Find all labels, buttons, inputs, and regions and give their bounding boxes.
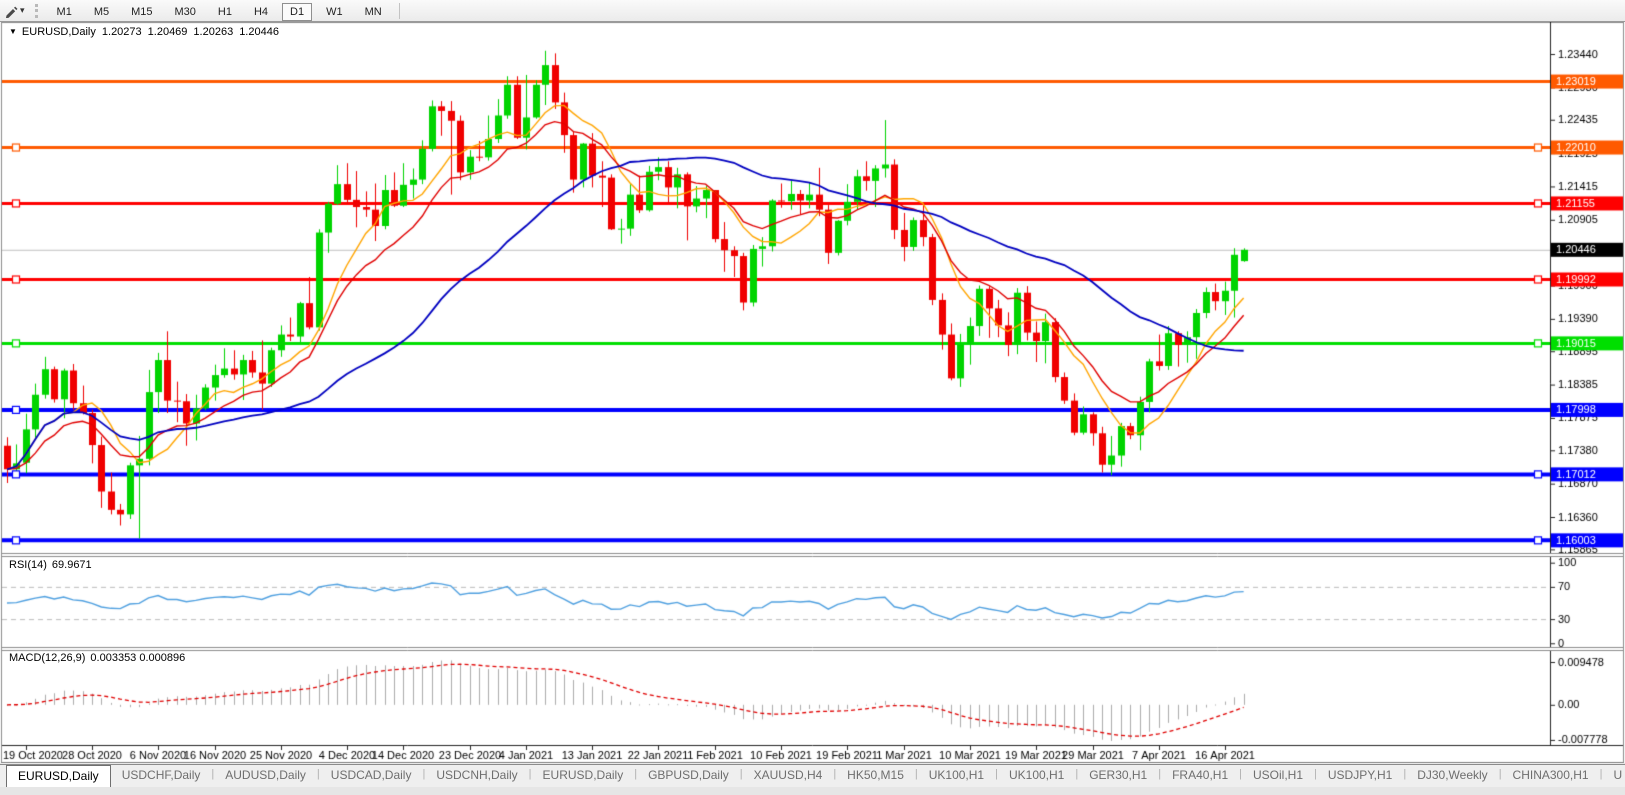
- collapse-chart-icon[interactable]: ▼: [9, 27, 17, 36]
- chart-tab-ger30-h1[interactable]: GER30,H1: [1078, 765, 1158, 787]
- chart-tab-uk100-h1[interactable]: UK100,H1: [918, 765, 995, 787]
- chart-tab-china300-h1[interactable]: CHINA300,H1: [1502, 765, 1600, 787]
- price-chart-canvas[interactable]: [0, 22, 1625, 763]
- timeframe-button-h1[interactable]: H1: [210, 3, 240, 21]
- timeframe-button-d1[interactable]: D1: [282, 2, 313, 21]
- macd-values: 0.003353 0.000896: [90, 652, 186, 664]
- chart-tab-hk50-m15[interactable]: HK50,M15: [836, 765, 915, 787]
- timeframe-buttons: M1 M5 M15 M30 H1 H4 D1 W1 MN: [46, 2, 393, 21]
- macd-name: MACD(12,26,9): [9, 652, 86, 664]
- chart-tab-fra40-h1[interactable]: FRA40,H1: [1161, 765, 1239, 787]
- close-value: 1.20446: [239, 26, 279, 38]
- macd-indicator-label: MACD(12,26,9) 0.003353 0.000896: [9, 652, 185, 664]
- rsi-value: 69.9671: [51, 559, 92, 571]
- chart-tab-u[interactable]: U: [1602, 765, 1625, 787]
- timeframe-button-w1[interactable]: W1: [318, 3, 351, 21]
- chart-tab-dj30-weekly[interactable]: DJ30,Weekly: [1406, 765, 1498, 787]
- chart-tab-eurusd-daily[interactable]: EURUSD,Daily: [532, 765, 635, 787]
- timeframe-button-m15[interactable]: M15: [123, 3, 160, 21]
- chart-tab-usdjpy-h1[interactable]: USDJPY,H1: [1317, 765, 1403, 787]
- timeframe-button-m5[interactable]: M5: [86, 3, 117, 21]
- chart-tab-gbpusd-daily[interactable]: GBPUSD,Daily: [637, 765, 740, 787]
- draw-tool-icon[interactable]: [2, 3, 20, 19]
- chart-ohlc-header: ▼ EURUSD,Daily 1.20273 1.20469 1.20263 1.2044…: [9, 26, 279, 38]
- chart-symbol-label: EURUSD,Daily: [21, 26, 96, 38]
- toolbar-separator: [398, 2, 400, 19]
- toolbar-grip: [34, 3, 38, 18]
- timeframe-button-mn[interactable]: MN: [357, 3, 390, 21]
- rsi-name: RSI(14): [9, 559, 47, 571]
- low-value: 1.20263: [193, 26, 234, 38]
- chart-tabs-bar: EURUSD,Daily USDCHF,Daily | AUDUSD,Daily | US…: [0, 764, 1625, 787]
- trading-terminal: { "toolbar": { "draw_tool_caret": "▾", "…: [0, 0, 1625, 795]
- chart-tab-xauusd-h4[interactable]: XAUUSD,H4: [743, 765, 834, 787]
- top-toolbar: ▾ M1 M5 M15 M30 H1 H4 D1 W1 MN: [0, 0, 1625, 22]
- chart-tab-eurusd-daily[interactable]: EURUSD,Daily: [6, 765, 111, 787]
- chart-tab-usdcnh-daily[interactable]: USDCNH,Daily: [425, 765, 528, 787]
- timeframe-button-h4[interactable]: H4: [246, 3, 276, 21]
- timeframe-button-m1[interactable]: M1: [49, 3, 80, 21]
- chart-tab-usdcad-daily[interactable]: USDCAD,Daily: [320, 765, 423, 787]
- rsi-indicator-label: RSI(14) 69.9671: [9, 559, 92, 571]
- chart-tab-audusd-daily[interactable]: AUDUSD,Daily: [214, 765, 317, 787]
- draw-tool-caret[interactable]: ▾: [20, 5, 29, 16]
- open-value: 1.20273: [101, 26, 142, 38]
- chart-tab-usdchf-daily[interactable]: USDCHF,Daily: [111, 765, 212, 787]
- high-value: 1.20469: [147, 26, 188, 38]
- chart-tab-uk100-h1[interactable]: UK100,H1: [998, 765, 1075, 787]
- chart-tab-usoil-h1[interactable]: USOil,H1: [1242, 765, 1314, 787]
- timeframe-button-m30[interactable]: M30: [167, 3, 204, 21]
